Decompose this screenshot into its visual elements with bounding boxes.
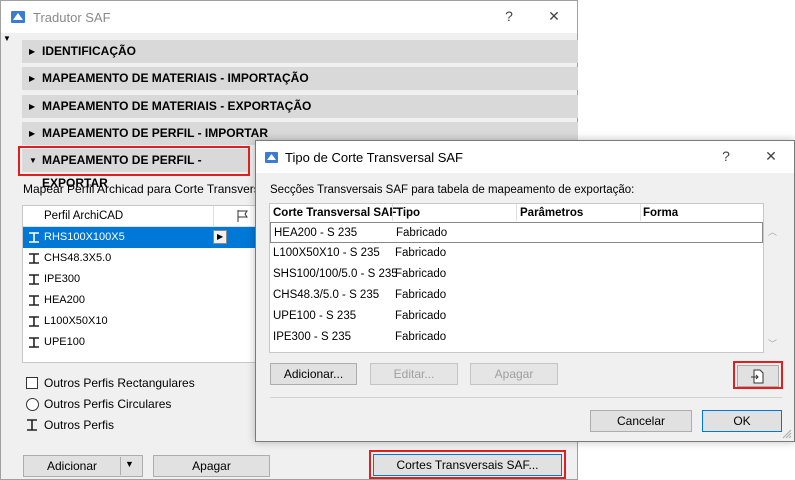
dialog-titlebar: Tipo de Corte Transversal SAF ? ✕ [256, 141, 794, 173]
table-row[interactable]: L100X50X10 - S 235 Fabricado [270, 243, 763, 264]
cancel-button[interactable]: Cancelar [590, 410, 692, 432]
circ-profiles-label: Outros Perfis Circulares [44, 397, 172, 411]
profile-name: L100X50X10 [44, 315, 108, 327]
i-beam-icon [29, 253, 39, 264]
cell-name: CHS48.3/5.0 - S 235 [273, 289, 380, 301]
column-header-parametros[interactable]: Parâmetros [520, 207, 583, 219]
list-item[interactable]: IPE300 [23, 269, 256, 290]
i-beam-icon [29, 232, 39, 243]
cell-name: SHS100/100/5.0 - S 235 [273, 268, 398, 280]
scroll-down-icon[interactable]: ﹀ [768, 337, 777, 350]
window-title: Tradutor SAF [33, 10, 111, 25]
column-header-tipo[interactable]: Tipo [396, 207, 420, 219]
collapse-arrow-icon: ▼ [3, 34, 11, 43]
cell-name: IPE300 - S 235 [273, 331, 351, 343]
section-label: MAPEAMENTO DE MATERIAIS - EXPORTAÇÃO [42, 99, 312, 113]
column-header-forma[interactable]: Forma [643, 207, 678, 219]
dialog-delete-button[interactable]: Apagar [470, 363, 558, 385]
profile-name: IPE300 [44, 273, 81, 285]
dialog-add-button[interactable]: Adicionar... [270, 363, 357, 385]
cross-section-table[interactable]: Corte Transversal SAF Tipo Parâmetros Fo… [269, 203, 764, 353]
export-flag-icon [237, 210, 248, 222]
cell-type: Fabricado [395, 247, 447, 259]
cell-type: Fabricado [395, 310, 447, 322]
app-icon [11, 11, 25, 23]
profile-name: CHS48.3X5.0 [44, 252, 112, 264]
dropdown-arrow-icon[interactable]: ▼ [125, 459, 134, 469]
column-divider [516, 204, 517, 221]
table-row[interactable]: CHS48.3/5.0 - S 235 Fabricado [270, 285, 763, 306]
dialog-close-button[interactable]: ✕ [757, 148, 785, 165]
delete-button[interactable]: Apagar [153, 455, 270, 477]
cell-name: HEA200 - S 235 [274, 227, 358, 239]
table-row[interactable]: SHS100/100/5.0 - S 235 Fabricado [270, 264, 763, 285]
chevron-right-icon: ▶ [217, 232, 224, 241]
column-divider [213, 206, 214, 226]
column-divider [392, 204, 393, 221]
cell-type: Fabricado [396, 227, 448, 239]
map-profile-label: Mapear Perfil Archicad para Corte Transv… [23, 182, 270, 196]
cross-section-dialog: Tipo de Corte Transversal SAF ? ✕ Secçõe… [255, 140, 795, 442]
cell-type: Fabricado [395, 289, 447, 301]
cell-name: UPE100 - S 235 [273, 310, 357, 322]
list-item[interactable]: RHS100X100X5 ▶ [23, 227, 256, 248]
list-item[interactable]: CHS48.3X5.0 [23, 248, 256, 269]
list-item[interactable]: HEA200 [23, 290, 256, 311]
cell-name: L100X50X10 - S 235 [273, 247, 380, 259]
section-materiais-importacao[interactable]: ▶ MAPEAMENTO DE MATERIAIS - IMPORTAÇÃO [22, 67, 578, 90]
profile-name: UPE100 [44, 336, 85, 348]
list-item[interactable]: UPE100 [23, 332, 256, 353]
rect-profiles-checkbox[interactable] [26, 377, 38, 389]
highlight-box-cortes [369, 450, 566, 479]
list-item[interactable]: L100X50X10 [23, 311, 256, 332]
table-row[interactable]: HEA200 - S 235 Fabricado [270, 222, 763, 243]
section-label: MAPEAMENTO DE MATERIAIS - IMPORTAÇÃO [42, 71, 309, 85]
i-beam-icon [29, 295, 39, 306]
circ-profiles-radio[interactable] [26, 398, 39, 411]
profile-list[interactable]: Perfil ArchiCAD RHS100X100X5 ▶ CHS48.3X5.0… [22, 205, 257, 363]
chevron-right-icon: ▶ [29, 47, 36, 56]
close-button[interactable]: ✕ [540, 8, 568, 25]
split-divider [120, 457, 121, 475]
table-row[interactable]: UPE100 - S 235 Fabricado [270, 306, 763, 327]
resize-grip-icon[interactable] [782, 429, 792, 439]
profile-name: RHS100X100X5 [44, 231, 125, 243]
ok-button[interactable]: OK [702, 410, 782, 432]
profile-name: HEA200 [44, 294, 85, 306]
rect-profiles-label: Outros Perfis Rectangulares [44, 376, 195, 390]
highlight-box-export [733, 361, 783, 389]
i-beam-icon [29, 337, 39, 348]
chevron-right-icon: ▶ [29, 74, 36, 83]
chevron-right-icon: ▶ [29, 129, 36, 138]
i-beam-icon [29, 316, 39, 327]
scroll-up-icon[interactable]: ︿ [768, 225, 777, 238]
dialog-edit-button[interactable]: Editar... [370, 363, 458, 385]
column-header-corte[interactable]: Corte Transversal SAF [273, 207, 396, 219]
app-icon [265, 152, 278, 163]
chevron-right-icon: ▶ [29, 102, 36, 111]
column-header-perfil[interactable]: Perfil ArchiCAD [44, 210, 123, 222]
section-label: MAPEAMENTO DE PERFIL - IMPORTAR [42, 126, 269, 140]
column-divider [640, 204, 641, 221]
section-label: IDENTIFICAÇÃO [42, 44, 136, 58]
cell-type: Fabricado [395, 331, 447, 343]
list-header: Perfil ArchiCAD [23, 206, 256, 227]
row-expand-button[interactable]: ▶ [213, 230, 227, 244]
table-row[interactable]: IPE300 - S 235 Fabricado [270, 327, 763, 348]
help-button[interactable]: ? [495, 8, 523, 24]
i-beam-icon [29, 274, 39, 285]
main-titlebar: Tradutor SAF ? ✕ [1, 1, 577, 33]
dialog-separator [270, 397, 782, 398]
dialog-description: Secções Transversais SAF para tabela de … [270, 184, 635, 196]
cell-type: Fabricado [395, 268, 447, 280]
add-button-label: Adicionar [46, 459, 98, 473]
other-profiles-label: Outros Perfis [44, 418, 115, 432]
dialog-help-button[interactable]: ? [712, 148, 740, 164]
dialog-title: Tipo de Corte Transversal SAF [285, 150, 463, 165]
i-beam-icon [27, 419, 37, 431]
highlight-box-section [18, 146, 250, 176]
section-identificacao[interactable]: ▶ IDENTIFICAÇÃO [22, 40, 578, 63]
table-scrollbar[interactable]: ︿ ﹀ [764, 203, 781, 353]
section-materiais-exportacao[interactable]: ▶ MAPEAMENTO DE MATERIAIS - EXPORTAÇÃO [22, 95, 578, 118]
